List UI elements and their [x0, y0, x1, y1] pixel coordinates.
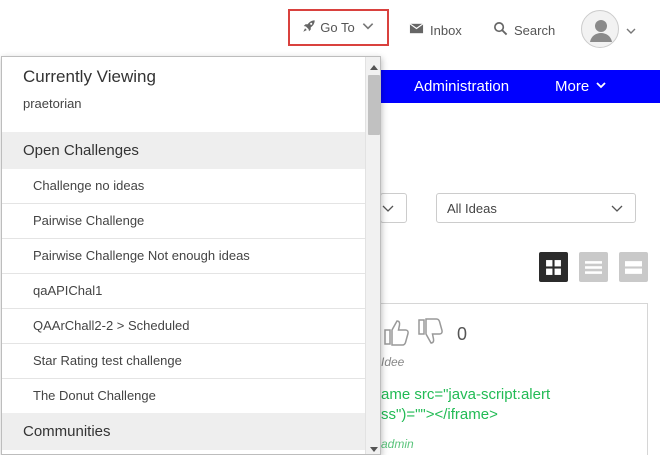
vote-controls — [381, 316, 447, 353]
user-avatar-icon[interactable] — [581, 10, 619, 48]
challenge-item[interactable]: Star Rating test challenge — [2, 344, 365, 379]
envelope-icon — [409, 21, 424, 39]
idea-category: Idee — [381, 355, 405, 369]
like-count: 0 — [457, 324, 468, 344]
idea-title-text: ame src="java-script:alert ss")=""></ifr… — [381, 386, 551, 423]
nav-item-more[interactable]: More — [555, 78, 607, 95]
search-link[interactable]: Search — [493, 21, 555, 39]
challenge-item-label: Pairwise Challenge Not enough ideas — [33, 248, 250, 263]
chevron-down-icon[interactable] — [625, 24, 637, 36]
challenge-item[interactable]: QAArChall2-2 > Scheduled — [2, 309, 365, 344]
open-challenges-heading: Open Challenges — [2, 132, 365, 169]
currently-viewing-heading: Currently Viewing — [23, 67, 156, 86]
challenge-item-label: Star Rating test challenge — [33, 353, 182, 368]
dropdown-scrollbar[interactable] — [365, 57, 380, 454]
chevron-down-icon — [361, 19, 375, 36]
nav-item-label: Administration — [414, 78, 510, 95]
nav-item-label: More — [555, 78, 590, 95]
communities-heading: Communities — [2, 413, 365, 450]
thumbs-up-icon[interactable] — [381, 316, 413, 353]
challenge-item[interactable]: Challenge no ideas — [2, 169, 365, 204]
search-label: Search — [514, 22, 556, 38]
challenge-item-label: The Donut Challenge — [33, 388, 156, 403]
ideas-filter-value: All Ideas — [447, 200, 497, 216]
inbox-link[interactable]: Inbox — [409, 21, 462, 39]
chevron-down-icon — [382, 205, 394, 212]
goto-dropdown: Currently Viewing praetorian Open Challe… — [1, 56, 381, 455]
main-navbar: Administration More — [380, 70, 660, 103]
wide-view-icon[interactable] — [619, 252, 648, 282]
scroll-up-arrow-icon[interactable] — [369, 60, 379, 70]
challenge-item[interactable]: The Donut Challenge — [2, 379, 365, 414]
challenge-item-label: Pairwise Challenge — [33, 213, 145, 228]
filter-select[interactable] — [380, 193, 407, 223]
chevron-down-icon — [611, 205, 623, 212]
inbox-label: Inbox — [430, 22, 462, 38]
goto-button[interactable]: Go To — [288, 9, 389, 46]
idea-card[interactable]: 0 Idee ame src="java-script:alert ss")="… — [380, 303, 648, 455]
chevron-down-icon — [595, 78, 607, 95]
rocket-icon — [302, 19, 316, 36]
list-view-icon[interactable] — [579, 252, 608, 282]
nav-item-administration[interactable]: Administration — [414, 78, 509, 95]
challenge-item[interactable]: Pairwise Challenge — [2, 204, 365, 239]
challenge-item-label: qaAPIChal1 — [33, 283, 103, 298]
challenge-item[interactable]: Pairwise Challenge Not enough ideas — [2, 239, 365, 274]
challenge-item-label: Challenge no ideas — [33, 178, 145, 193]
challenge-item-label: QAArChall2-2 > Scheduled — [33, 318, 190, 333]
scroll-down-arrow-icon[interactable] — [369, 441, 379, 452]
grid-view-icon[interactable] — [539, 252, 568, 282]
idea-title[interactable]: ame src="java-script:alert ss")=""></ifr… — [381, 385, 641, 425]
top-header: Go To Inbox Search — [0, 0, 660, 62]
current-user: praetorian — [23, 96, 82, 111]
thumbs-down-icon[interactable] — [415, 316, 447, 353]
search-icon — [493, 21, 508, 39]
scrollbar-thumb[interactable] — [368, 75, 380, 135]
goto-label: Go To — [320, 20, 355, 35]
ideas-filter-select[interactable]: All Ideas — [436, 193, 636, 223]
challenge-item[interactable]: qaAPIChal1 — [2, 274, 365, 309]
idea-author[interactable]: admin — [381, 437, 414, 451]
